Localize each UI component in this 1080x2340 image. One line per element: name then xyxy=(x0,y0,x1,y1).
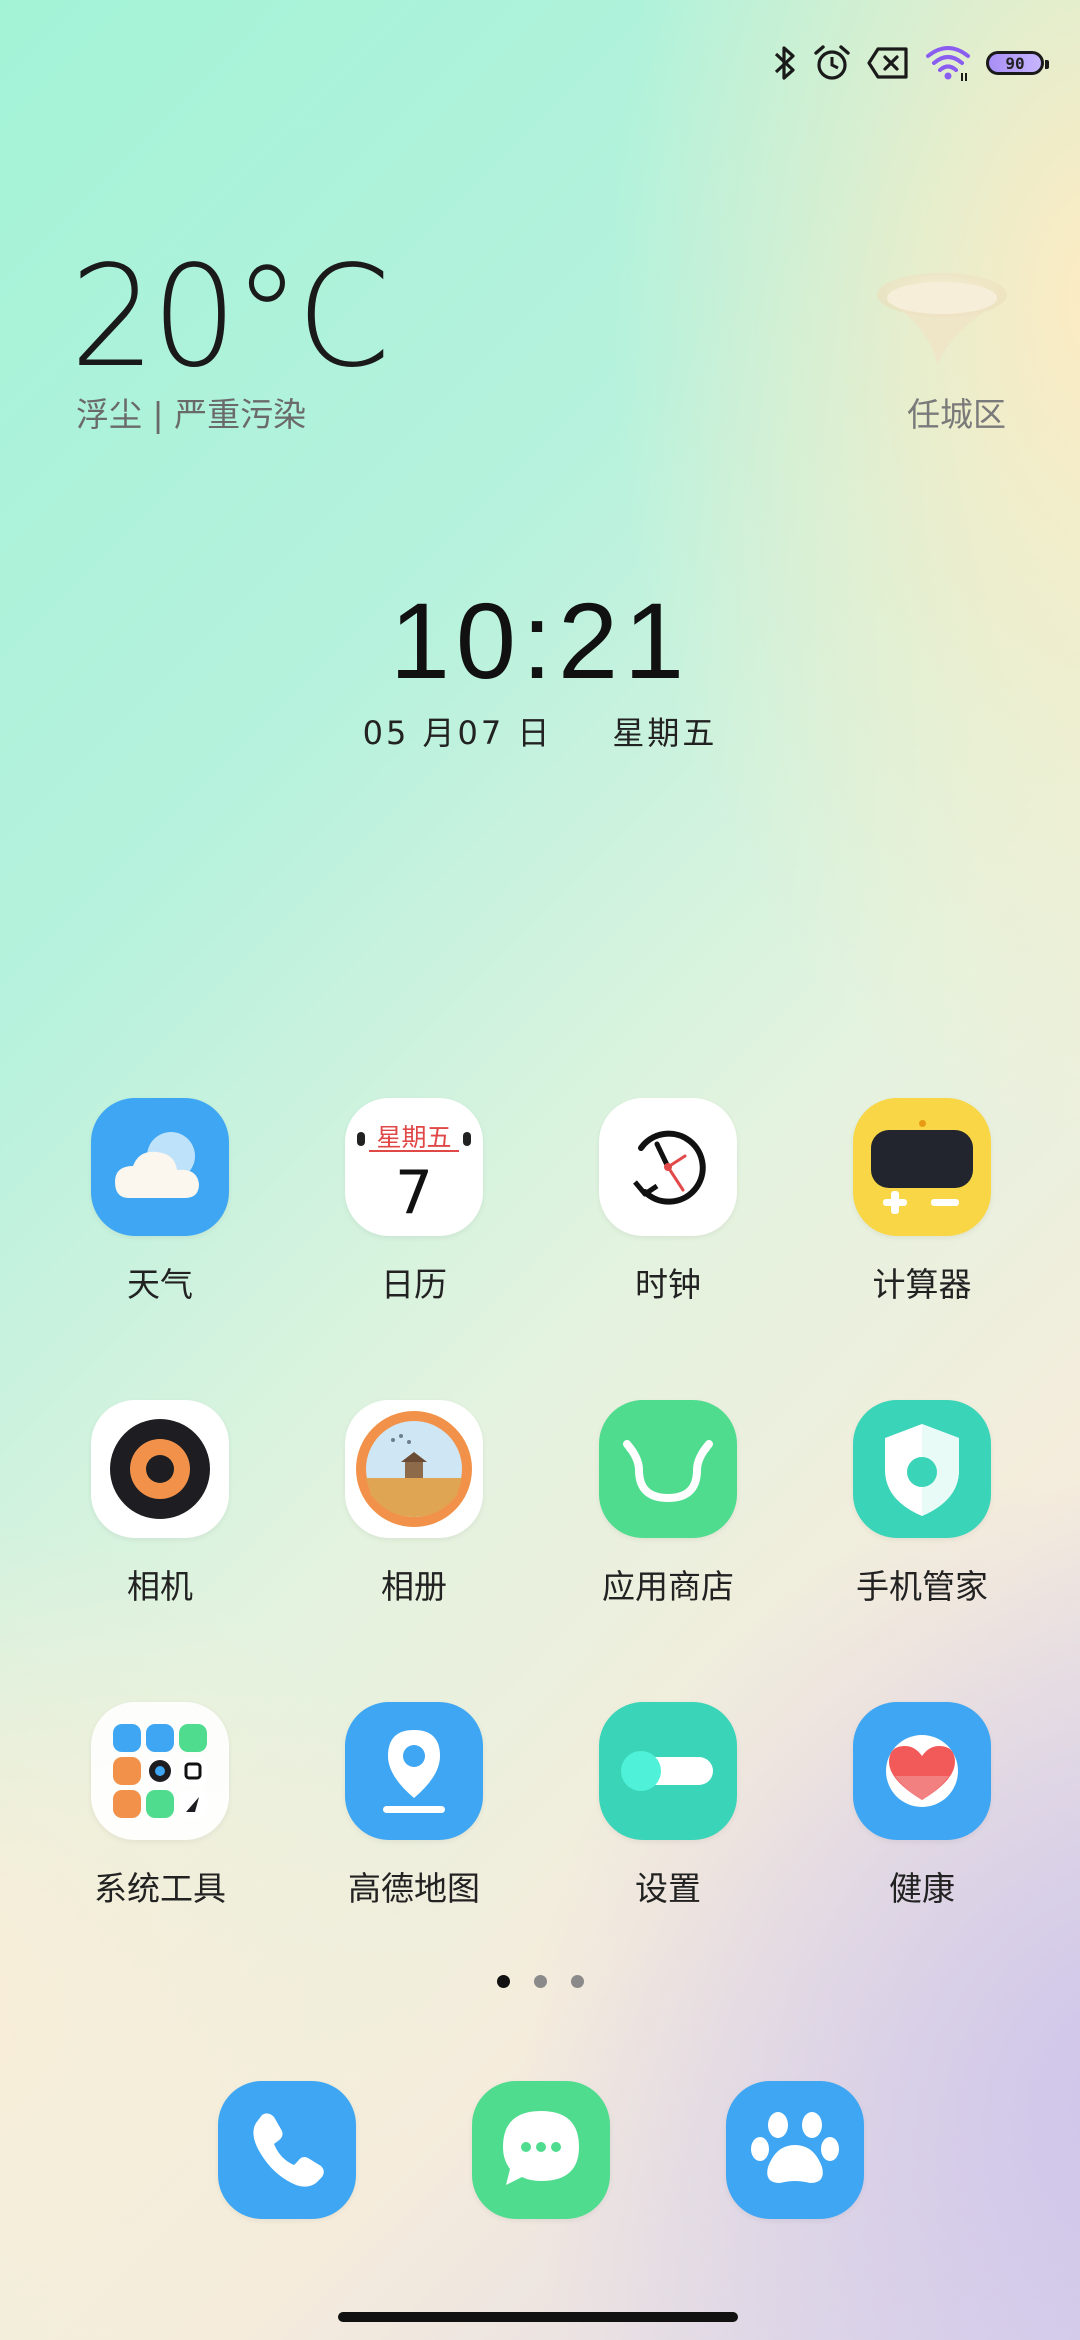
clock-icon xyxy=(599,1098,737,1236)
calendar-icon: 星期五 7 xyxy=(345,1098,483,1236)
clock-date-row: 05 月07 日 星期五 xyxy=(0,708,1080,754)
status-bar: 90 xyxy=(772,38,1049,88)
health-icon xyxy=(853,1702,991,1840)
weather-location[interactable]: 任城区 xyxy=(907,388,1006,436)
app-store[interactable]: 应用商店 xyxy=(558,1400,778,1608)
calendar-weekday: 星期五 xyxy=(376,1123,452,1152)
battery-indicator: 90 xyxy=(986,51,1049,75)
messages-icon xyxy=(472,2081,610,2219)
dust-weather-icon xyxy=(877,273,1007,365)
page-dot-1[interactable] xyxy=(496,1975,510,1988)
phone-icon xyxy=(218,2081,356,2219)
camera-icon xyxy=(91,1400,229,1538)
app-phone-manager[interactable]: 手机管家 xyxy=(812,1400,1032,1608)
app-label: 手机管家 xyxy=(856,1567,988,1606)
amap-icon xyxy=(345,1702,483,1840)
app-store-icon xyxy=(599,1400,737,1538)
app-label: 相册 xyxy=(381,1567,447,1606)
app-clock[interactable]: 时钟 xyxy=(558,1098,778,1306)
temperature[interactable]: 20°C xyxy=(70,248,391,388)
app-label: 计算器 xyxy=(872,1265,972,1304)
app-settings[interactable]: 设置 xyxy=(558,1702,778,1910)
clock-date: 05 月07 日 xyxy=(362,714,553,752)
calculator-icon xyxy=(853,1098,991,1236)
folder-system-tools[interactable]: 系统工具 xyxy=(50,1702,270,1910)
app-label: 系统工具 xyxy=(94,1869,226,1908)
alarm-icon xyxy=(814,45,850,80)
calendar-day: 7 xyxy=(394,1158,434,1228)
gallery-icon xyxy=(345,1400,483,1538)
app-label: 高德地图 xyxy=(348,1869,480,1908)
home-indicator[interactable] xyxy=(338,2312,738,2322)
app-calculator[interactable]: 计算器 xyxy=(812,1098,1032,1306)
page-indicator[interactable] xyxy=(0,1975,1080,1988)
app-gallery[interactable]: 相册 xyxy=(304,1400,524,1608)
weather-icon xyxy=(91,1098,229,1236)
app-label: 健康 xyxy=(889,1869,955,1908)
app-weather[interactable]: 天气 xyxy=(50,1098,270,1306)
app-label: 设置 xyxy=(635,1869,701,1908)
app-label: 应用商店 xyxy=(602,1567,734,1606)
app-label: 日历 xyxy=(381,1265,447,1304)
pet-paw-icon xyxy=(726,2081,864,2219)
app-label: 相机 xyxy=(127,1567,193,1606)
page-dot-2[interactable] xyxy=(533,1975,547,1988)
battery-level: 90 xyxy=(1005,53,1025,73)
app-label: 时钟 xyxy=(635,1265,701,1304)
app-camera[interactable]: 相机 xyxy=(50,1400,270,1608)
weather-condition[interactable]: 浮尘 | 严重污染 xyxy=(76,388,306,436)
clock-weekday: 星期五 xyxy=(612,714,718,752)
app-health[interactable]: 健康 xyxy=(812,1702,1032,1910)
wifi-icon xyxy=(926,46,970,81)
app-calendar[interactable]: 星期五 7 日历 xyxy=(304,1098,524,1306)
bluetooth-icon xyxy=(774,46,795,80)
no-sim-icon xyxy=(867,47,908,79)
dock-pet[interactable] xyxy=(685,2081,905,2219)
dock-phone[interactable] xyxy=(177,2081,397,2219)
settings-icon xyxy=(599,1702,737,1840)
dock-messages[interactable] xyxy=(431,2081,651,2219)
app-amap[interactable]: 高德地图 xyxy=(304,1702,524,1910)
system-tools-folder-icon xyxy=(91,1702,229,1840)
clock-time[interactable]: 10:21 xyxy=(0,578,1080,703)
phone-manager-icon xyxy=(853,1400,991,1538)
app-label: 天气 xyxy=(127,1265,193,1304)
page-dot-3[interactable] xyxy=(570,1975,584,1988)
